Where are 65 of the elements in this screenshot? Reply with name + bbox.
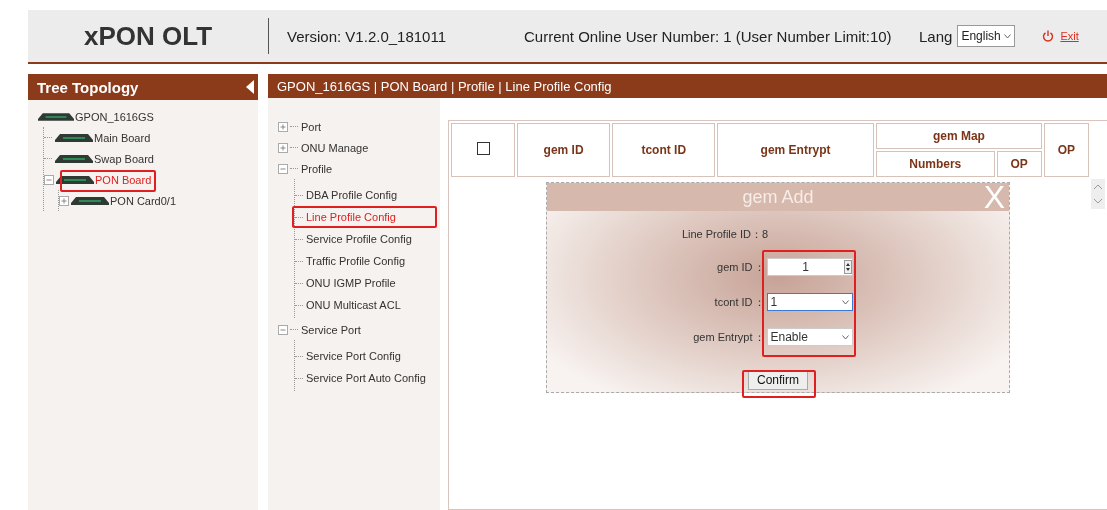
column-header: OP — [996, 151, 1042, 177]
nav-group[interactable]: Service Port — [301, 323, 361, 336]
scrollbar[interactable] — [1091, 179, 1105, 209]
app-logo: xPON OLT — [82, 20, 214, 52]
board-icon — [55, 154, 93, 163]
tree-item[interactable]: Swap Board — [94, 152, 154, 165]
nav-item[interactable]: ONU Multicast ACL — [306, 299, 401, 311]
collapse-icon[interactable] — [278, 163, 288, 174]
confirm-button[interactable]: Confirm — [748, 370, 808, 390]
dropdown-select[interactable]: 1 — [766, 293, 853, 311]
board-icon — [38, 112, 74, 121]
exit-link[interactable]: Exit — [1060, 30, 1079, 42]
column-header: gem ID — [517, 123, 611, 177]
number-spinner[interactable]: 1 — [766, 258, 853, 276]
column-header: tcont ID — [612, 123, 716, 177]
board-icon — [55, 133, 93, 142]
version-text: Version: V1.2.0_181011 — [287, 27, 448, 45]
caret-icon — [1004, 33, 1012, 39]
collapse-icon[interactable] — [278, 324, 288, 335]
colon-text: ： — [753, 329, 766, 345]
dropdown-select[interactable]: Enable — [766, 328, 853, 346]
select-all-checkbox[interactable] — [476, 142, 490, 155]
tree-root[interactable]: GPON_1616GS — [75, 110, 154, 123]
colon-text: ： — [753, 259, 766, 275]
nav-item[interactable]: Service Profile Config — [306, 233, 412, 245]
spinner-arrows-icon[interactable] — [843, 260, 852, 274]
tree-item[interactable]: Main Board — [94, 131, 151, 144]
breadcrumb-text: GPON_1616GS | PON Board | Profile | Line Profile Config — [277, 78, 612, 94]
scroll-down-icon[interactable] — [1094, 199, 1102, 204]
lang-label: Lang — [919, 27, 953, 45]
expand-icon[interactable] — [278, 142, 288, 153]
field-label: gem ID — [717, 261, 753, 273]
board-icon — [56, 175, 94, 184]
nav-item[interactable]: DBA Profile Config — [306, 189, 398, 201]
nav-group[interactable]: ONU Manage — [301, 141, 369, 154]
caret-icon — [842, 299, 849, 305]
colon-text: ： — [753, 294, 766, 310]
expand-icon[interactable] — [59, 195, 69, 206]
nav-group[interactable]: Port — [301, 120, 322, 133]
nav-item[interactable]: Traffic Profile Config — [306, 255, 406, 267]
nav-item[interactable]: ONU IGMP Profile — [306, 277, 396, 289]
nav-item[interactable]: Line Profile Config — [306, 211, 396, 223]
column-header: gem Entrypt — [717, 123, 874, 177]
panel-title: Tree Topology — [37, 78, 139, 96]
caret-icon — [842, 334, 849, 340]
tree-item[interactable]: PON Board — [95, 173, 152, 186]
online-users-text: Current Online User Number: 1 (User Number Limit:10) — [524, 27, 893, 45]
nav-item[interactable]: Service Port Auto Config — [306, 372, 426, 384]
expand-icon[interactable] — [278, 121, 288, 132]
line-profile-id-text: Line Profile ID：8 — [681, 227, 769, 242]
nav-group[interactable]: Profile — [301, 162, 333, 175]
collapse-panel-icon[interactable] — [246, 80, 254, 94]
scroll-up-icon[interactable] — [1094, 184, 1102, 189]
dialog-title: gem Add — [742, 186, 814, 208]
column-header: Numbers — [876, 151, 995, 177]
collapse-icon[interactable] — [44, 174, 54, 185]
column-group-header: gem Map — [876, 123, 1042, 149]
tree-item[interactable]: PON Card0/1 — [110, 194, 177, 207]
field-label: tcont ID — [714, 296, 753, 308]
power-icon[interactable] — [1042, 30, 1055, 42]
field-label: gem Entrypt — [693, 331, 753, 343]
board-icon — [71, 196, 109, 205]
nav-item[interactable]: Service Port Config — [306, 350, 401, 362]
column-header: OP — [1043, 123, 1089, 177]
language-select[interactable]: English — [957, 25, 1016, 47]
